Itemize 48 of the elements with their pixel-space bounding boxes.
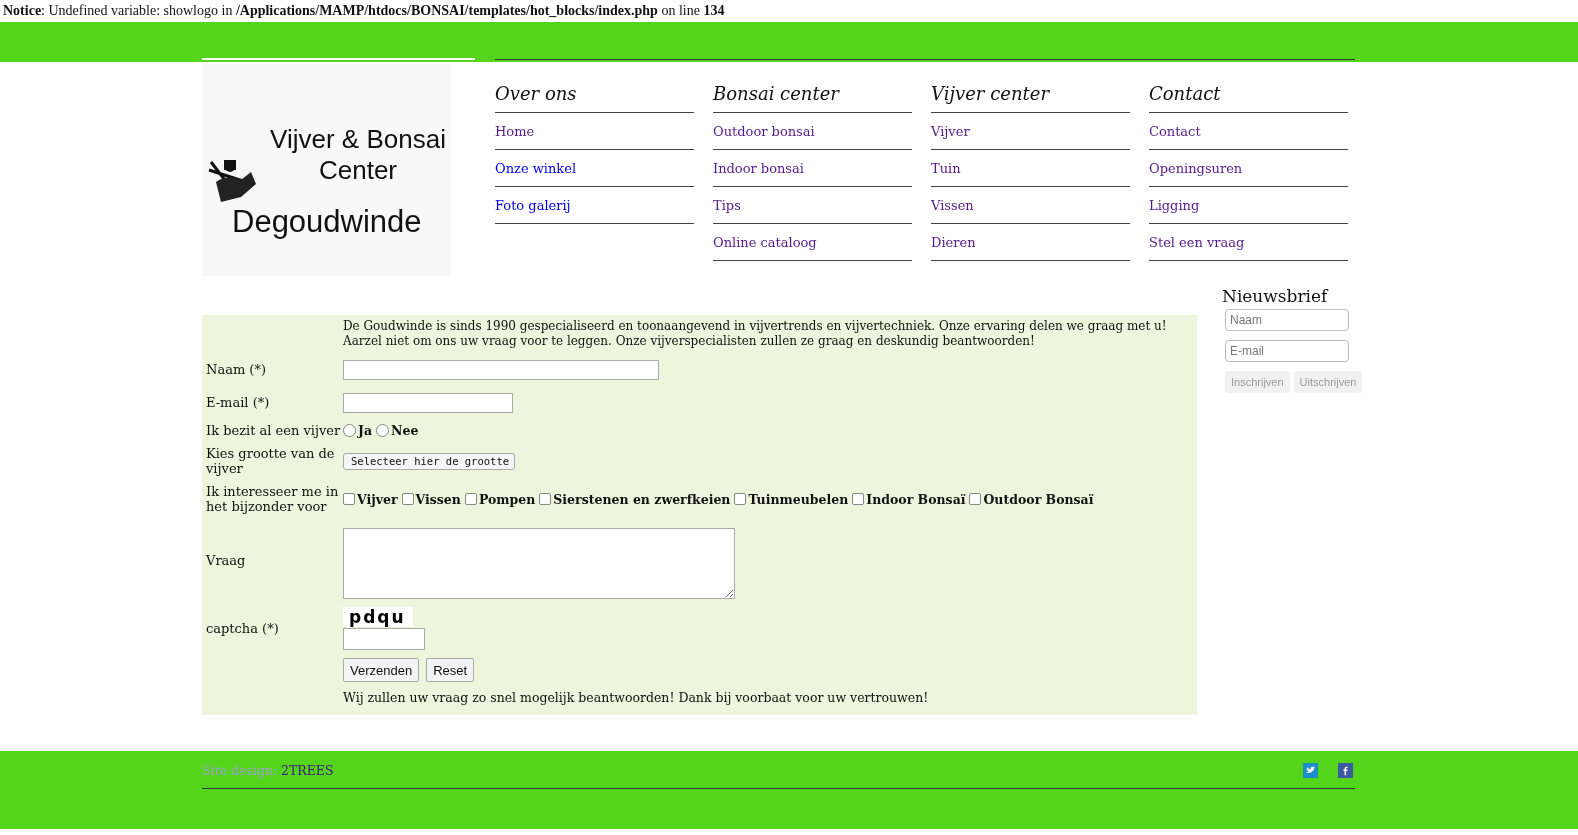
menu-heading: Bonsai center bbox=[713, 64, 912, 113]
thank-you-text: Wij zullen uw vraag zo snel mogelijk beantwoorden! Dank bij voorbaat voor uw vertrouwen! bbox=[343, 690, 930, 705]
error-notice: Notice: Undefined variable: showlogo in /Applications/MAMP/htdocs/BONSAI/templates/hot_blocks/index.php on line 134 bbox=[2, 2, 726, 20]
menu-link[interactable]: Ligging bbox=[1149, 197, 1200, 213]
checkbox-label: Outdoor Bonsaï bbox=[983, 491, 1094, 507]
menu-link[interactable]: Indoor bonsai bbox=[713, 160, 804, 176]
form-button[interactable]: Reset bbox=[426, 658, 475, 682]
field-label: Ik bezit al een vijver bbox=[205, 423, 342, 438]
menu-link[interactable]: Dieren bbox=[931, 234, 976, 250]
newsletter-title: Nieuwsbrief bbox=[1222, 286, 1330, 306]
checkbox-label: Indoor Bonsaï bbox=[866, 491, 966, 507]
checkbox-label: Sierstenen en zwerfkeien bbox=[553, 491, 731, 507]
intro-text: De Goudwinde is sinds 1990 gespecialiseerd en toonaangevend in vijvertrends en vijvertechniek. Onze ervaring delen we graag met u! Aarzel niet om ons uw vraag voor te leggen. Onze vijverspecialisten zullen ze graag en deskundig beantwoorden! bbox=[343, 319, 1168, 349]
newsletter-input[interactable]: Naam bbox=[1225, 309, 1349, 331]
newsletter-input[interactable]: E-mail bbox=[1225, 340, 1349, 362]
radio-label: Ja bbox=[358, 423, 372, 438]
checkbox-label: Pompen bbox=[478, 491, 536, 507]
menu-link[interactable]: Onze winkel bbox=[495, 160, 577, 176]
designer-link[interactable]: 2TREES bbox=[281, 763, 334, 778]
menu-link[interactable]: Contact bbox=[1149, 123, 1201, 139]
menu-link[interactable]: Vissen bbox=[931, 197, 974, 213]
field-label: Naam (*) bbox=[205, 361, 267, 379]
menu-link[interactable]: Openingsuren bbox=[1149, 160, 1243, 176]
checkbox-label: Tuinmeubelen bbox=[748, 491, 849, 507]
form-button[interactable]: Verzenden bbox=[343, 658, 420, 682]
checkbox-label: Vijver bbox=[357, 491, 398, 507]
menu-link[interactable]: Stel een vraag bbox=[1149, 234, 1245, 250]
radio-label: Nee bbox=[391, 423, 419, 438]
size-dropdown[interactable]: Selecteer hier de grootte bbox=[343, 452, 515, 470]
menu-link[interactable]: Tuin bbox=[931, 160, 961, 176]
menu-heading: Vijver center bbox=[931, 64, 1130, 113]
field-label: captcha (*) bbox=[205, 620, 280, 638]
menu-link[interactable]: Home bbox=[495, 123, 535, 139]
captcha-image: pdqu bbox=[343, 607, 413, 627]
credit-text: Site design: bbox=[202, 763, 278, 778]
field-label: Vraag bbox=[205, 552, 247, 570]
menu-link[interactable]: Online cataloog bbox=[713, 234, 817, 250]
menu-heading: Over ons bbox=[495, 64, 694, 113]
menu-link[interactable]: Foto galerij bbox=[495, 197, 571, 213]
field-label: Kies grootte van de vijver bbox=[205, 446, 336, 476]
menu-heading: Contact bbox=[1149, 64, 1348, 113]
field-label: E-mail (*) bbox=[205, 394, 271, 412]
menu-link[interactable]: Vijver bbox=[931, 123, 970, 139]
checkbox-label: Vissen bbox=[415, 491, 461, 507]
menu-link[interactable]: Tips bbox=[713, 197, 741, 213]
site-logo[interactable]: Vijver & Bonsai Center Degoudwinde bbox=[202, 64, 451, 276]
field-label: Ik interesseer me in het bijzonder voor bbox=[205, 484, 340, 514]
menu-link[interactable]: Outdoor bonsai bbox=[713, 123, 815, 139]
